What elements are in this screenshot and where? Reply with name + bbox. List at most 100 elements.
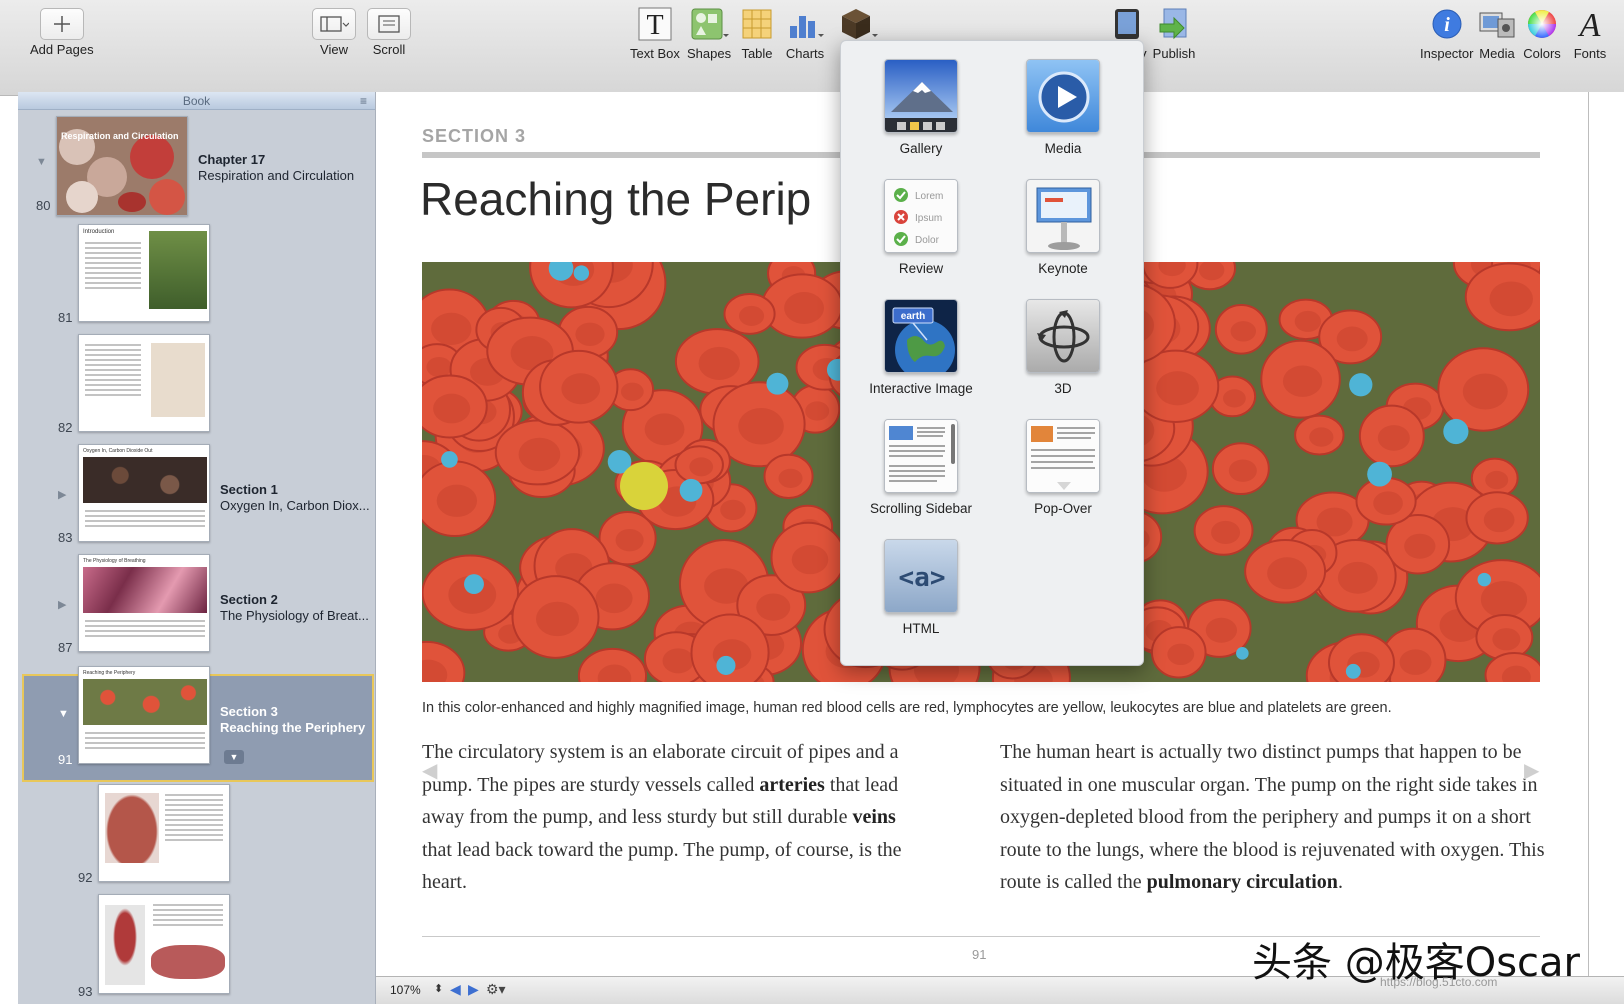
widget-gallery[interactable]: Gallery	[851, 59, 991, 156]
red-blood-cell-center	[1156, 371, 1199, 406]
widgets-popover: Gallery Media Lorem Ipsum Dolor Review K…	[840, 40, 1144, 666]
body-column-1[interactable]: The circulatory system is an elaborate c…	[422, 736, 926, 899]
media-button[interactable]: Media	[1475, 4, 1519, 61]
view-button[interactable]: View	[312, 4, 356, 57]
term-arteries: arteries	[759, 773, 825, 796]
sidebar-item-page-82[interactable]: 82	[18, 334, 375, 440]
red-blood-cell-center	[1373, 491, 1403, 516]
thumb-text-lines	[81, 617, 209, 640]
page-number: 80	[36, 198, 51, 213]
zoom-stepper-icon[interactable]: ⬍	[434, 982, 443, 995]
widget-label: Interactive Image	[869, 381, 973, 396]
widget-interactive-image[interactable]: earth Interactive Image	[851, 299, 991, 396]
leukocyte	[679, 478, 703, 502]
widget-keynote[interactable]: Keynote	[993, 179, 1133, 276]
circulatory-figure-thumb-image	[105, 905, 145, 985]
inspector-label: Inspector	[1420, 46, 1474, 61]
sidebar-item-subtitle: Oxygen In, Carbon Diox...	[220, 498, 370, 513]
red-blood-cell-center	[575, 322, 605, 346]
sidebar-item-subtitle: Respiration and Circulation	[198, 168, 355, 183]
page-thumbnail[interactable]: Oxygen In, Carbon Dioxide Out	[78, 444, 210, 542]
sidebar-item-section-2[interactable]: ▶ 87 The Physiology of Breathing Section…	[18, 554, 375, 660]
page-thumbnail[interactable]	[78, 334, 210, 432]
red-blood-cell-center	[784, 292, 825, 324]
sidebar-item-section-3[interactable]: ▼ 91 Reaching the Periphery Section 3 Re…	[18, 664, 375, 774]
disclosure-triangle-icon[interactable]: ▶	[58, 488, 66, 501]
page-thumbnail[interactable]	[98, 894, 230, 994]
gear-icon[interactable]: ⚙▾	[486, 981, 506, 998]
html-glyph: <a>	[899, 563, 946, 593]
next-page-arrow-icon[interactable]: ▶	[1524, 758, 1539, 783]
publish-button[interactable]: Publish	[1152, 4, 1196, 61]
widgets-button[interactable]	[836, 4, 880, 44]
lymphocyte	[620, 462, 668, 510]
section-options-chevron-icon[interactable]: ▼	[224, 750, 244, 764]
red-blood-cell-center	[1228, 459, 1257, 482]
widget-label: Media	[1044, 141, 1082, 156]
sidebar-item-page-92[interactable]: 92	[18, 782, 375, 888]
preview-button[interactable]	[1105, 4, 1149, 44]
thumb-text-lines	[81, 507, 209, 530]
colors-button[interactable]: Colors	[1520, 4, 1564, 61]
red-blood-cell-center	[1480, 580, 1528, 618]
page-thumbnail[interactable]: Introduction	[78, 224, 210, 322]
lungs-thumb-image	[151, 343, 205, 417]
red-blood-cell-center	[1223, 389, 1246, 408]
widget-media[interactable]: Media	[993, 59, 1133, 156]
leukocyte	[441, 451, 458, 468]
scrolling-sidebar-icon	[884, 419, 958, 493]
zoom-level[interactable]: 107%	[390, 983, 421, 997]
scroll-button[interactable]: Scroll	[367, 4, 411, 57]
sidebar-header-label: Book	[182, 94, 211, 108]
sidebar-item-title: Section 2	[220, 592, 278, 607]
fonts-button[interactable]: A Fonts	[1568, 4, 1612, 61]
page-thumbnail[interactable]: Reaching the Periphery	[78, 666, 210, 764]
widget-scrolling-sidebar[interactable]: Scrolling Sidebar	[851, 419, 991, 516]
table-button[interactable]: Table	[735, 4, 779, 61]
body-column-2[interactable]: The human heart is actually two distinct…	[1000, 736, 1546, 899]
book-sidebar[interactable]: Book ≡ ▼ 80 Respiration and Circulation …	[18, 92, 376, 1004]
thumb-caption: Introduction	[83, 229, 115, 235]
red-blood-cell-center	[1485, 470, 1509, 490]
page-number: 81	[58, 310, 73, 325]
widget-3d[interactable]: 3D	[993, 299, 1133, 396]
widget-review[interactable]: Lorem Ipsum Dolor Review	[851, 179, 991, 276]
charts-button[interactable]: Charts	[783, 4, 827, 61]
chapter-thumbnail[interactable]: Respiration and Circulation	[56, 116, 188, 216]
next-page-button-icon[interactable]: ▶	[468, 981, 479, 998]
sidebar-item-page-81[interactable]: 81 Introduction	[18, 224, 375, 330]
text-box-button[interactable]: T Text Box	[630, 4, 680, 61]
leukocyte	[766, 372, 789, 395]
page-title[interactable]: Reaching the Perip	[420, 172, 811, 226]
disclosure-triangle-icon[interactable]: ▼	[36, 156, 47, 168]
shapes-button[interactable]: Shapes	[687, 4, 731, 61]
previous-page-arrow-icon[interactable]: ◀	[422, 758, 437, 783]
3d-rotate-icon	[1026, 299, 1100, 373]
page-thumbnail[interactable]: The Physiology of Breathing	[78, 554, 210, 652]
page-thumbnail[interactable]	[98, 784, 230, 882]
media-label: Media	[1479, 46, 1515, 61]
image-caption[interactable]: In this color-enhanced and highly magnif…	[422, 700, 1392, 716]
sidebar-item-page-93[interactable]: 93	[18, 892, 375, 1002]
previous-page-button-icon[interactable]: ◀	[450, 981, 461, 998]
view-layout-icon	[312, 8, 356, 40]
blood-cells-thumb-image	[83, 679, 207, 725]
section-kicker[interactable]: SECTION 3	[422, 126, 526, 147]
sidebar-item-section-1[interactable]: ▶ 83 Oxygen In, Carbon Dioxide Out Secti…	[18, 444, 375, 550]
red-blood-cell-center	[1404, 533, 1436, 559]
red-blood-cell-center	[1399, 649, 1432, 675]
leukocyte	[1345, 663, 1361, 679]
red-blood-cell-center	[433, 393, 471, 424]
widget-html[interactable]: <a> HTML	[851, 539, 991, 636]
review-widget-icon: Lorem Ipsum Dolor	[884, 179, 958, 253]
disclosure-triangle-icon[interactable]: ▶	[58, 598, 66, 611]
inspector-button[interactable]: i Inspector	[1420, 4, 1473, 61]
widget-pop-over[interactable]: Pop-Over	[993, 419, 1133, 516]
disclosure-triangle-icon[interactable]: ▼	[58, 708, 69, 720]
add-pages-button[interactable]: Add Pages	[30, 4, 94, 57]
sidebar-item-chapter-17[interactable]: ▼ 80 Respiration and Circulation Chapter…	[18, 112, 375, 222]
sidebar-menu-icon[interactable]: ≡	[360, 92, 367, 110]
widget-label: Review	[898, 261, 944, 276]
info-icon: i	[1425, 4, 1469, 44]
red-blood-cell-center	[436, 484, 478, 517]
